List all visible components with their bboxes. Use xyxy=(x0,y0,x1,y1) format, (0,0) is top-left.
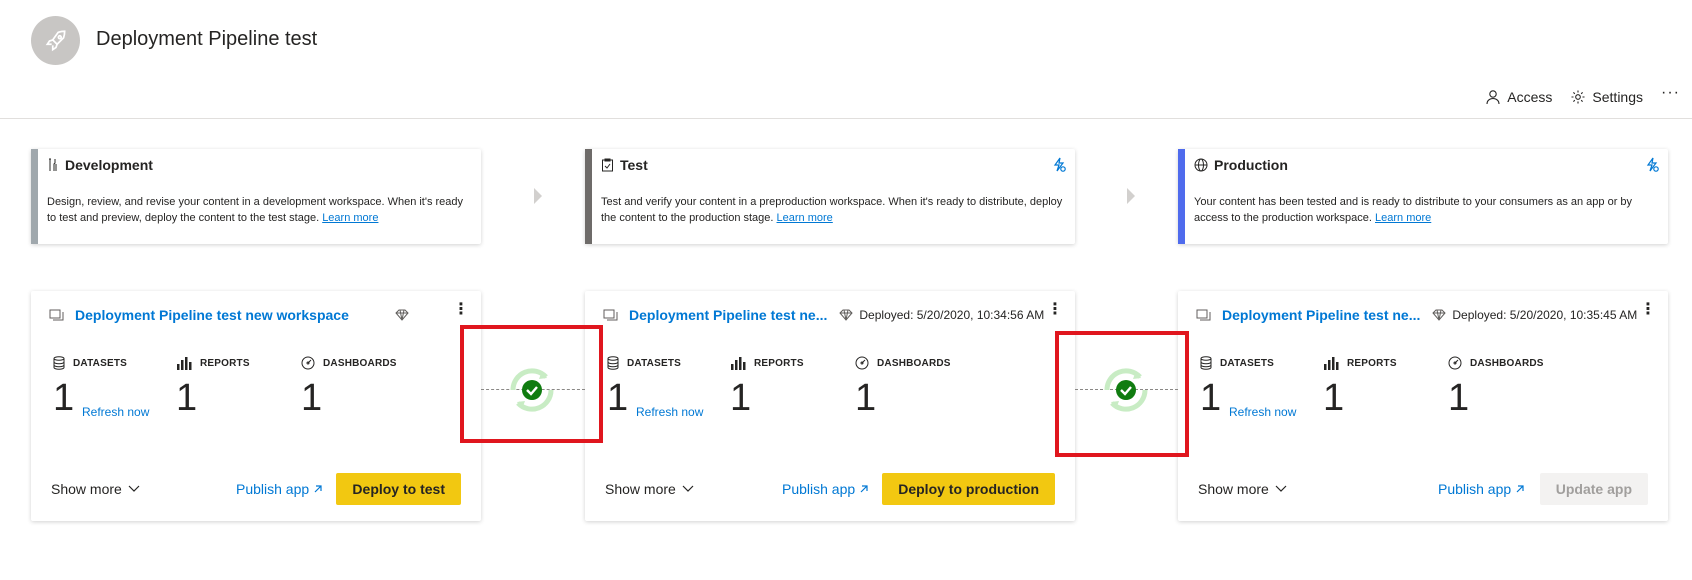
learn-more-link[interactable]: Learn more xyxy=(777,212,833,224)
publish-app-link[interactable]: Publish app xyxy=(236,481,323,497)
reports-count: 1 xyxy=(176,377,198,419)
workspace-icon xyxy=(1196,309,1211,321)
highlight-box xyxy=(460,325,603,443)
rocket-icon xyxy=(31,16,80,65)
database-icon xyxy=(1200,356,1212,370)
dashboards-label: DASHBOARDS xyxy=(323,357,397,369)
page-title: Deployment Pipeline test xyxy=(96,28,318,50)
refresh-now-link[interactable]: Refresh now xyxy=(636,405,703,419)
reports-label: REPORTS xyxy=(200,357,250,369)
dashboards-count: 1 xyxy=(1448,377,1470,419)
stage-title: Production xyxy=(1214,157,1288,173)
more-options-icon[interactable]: ⋮ xyxy=(1640,302,1656,318)
settings-button[interactable]: Settings xyxy=(1570,89,1643,105)
stage-card-test: Test Test and verify your content in a p… xyxy=(585,149,1075,244)
stage-card-production: Production Your content has been tested … xyxy=(1178,149,1668,244)
learn-more-link[interactable]: Learn more xyxy=(1375,212,1431,224)
stage-description: Your content has been tested and is read… xyxy=(1194,196,1633,224)
external-arrow-icon xyxy=(860,485,868,493)
settings-label: Settings xyxy=(1592,89,1644,105)
gauge-icon xyxy=(855,356,869,370)
external-arrow-icon xyxy=(1516,485,1524,493)
gauge-icon xyxy=(1448,356,1462,370)
bar-chart-icon xyxy=(1324,357,1339,370)
tools-icon xyxy=(49,158,57,171)
learn-more-link[interactable]: Learn more xyxy=(322,212,378,224)
workspace-icon xyxy=(49,309,64,321)
update-app-button: Update app xyxy=(1539,473,1648,505)
reports-count: 1 xyxy=(1323,377,1345,419)
workspace-link[interactable]: Deployment Pipeline test new workspace xyxy=(75,307,349,323)
stage-arrow-icon xyxy=(534,188,542,204)
premium-diamond-icon xyxy=(839,309,854,321)
clipboard-icon xyxy=(602,158,613,172)
database-icon xyxy=(53,356,65,370)
person-icon xyxy=(1486,90,1500,105)
workspace-link[interactable]: Deployment Pipeline test ne... xyxy=(629,307,827,323)
bar-chart-icon xyxy=(731,357,746,370)
premium-diamond-icon xyxy=(395,309,409,321)
deploy-to-production-button[interactable]: Deploy to production xyxy=(882,473,1055,505)
workspace-card-development: Deployment Pipeline test new workspace ⋮… xyxy=(31,291,481,521)
gauge-icon xyxy=(301,356,315,370)
refresh-now-link[interactable]: Refresh now xyxy=(82,405,149,419)
highlight-box xyxy=(1055,331,1189,457)
deploy-to-test-button[interactable]: Deploy to test xyxy=(336,473,461,505)
publish-app-link[interactable]: Publish app xyxy=(782,481,869,497)
dashboards-label: DASHBOARDS xyxy=(1470,357,1544,369)
chevron-down-icon xyxy=(128,485,140,492)
workspace-card-test: Deployment Pipeline test ne... Deployed:… xyxy=(585,291,1075,521)
bar-chart-icon xyxy=(177,357,192,370)
deploy-rules-icon[interactable] xyxy=(1051,157,1067,178)
datasets-label: DATASETS xyxy=(627,357,682,369)
chevron-down-icon xyxy=(1275,485,1287,492)
workspace-header: Deployment Pipeline test Access Settings… xyxy=(0,0,1692,119)
chevron-down-icon xyxy=(682,485,694,492)
refresh-now-link[interactable]: Refresh now xyxy=(1229,405,1296,419)
dashboards-count: 1 xyxy=(301,377,323,419)
deployed-timestamp: Deployed: 5/20/2020, 10:35:45 AM xyxy=(1452,308,1638,322)
access-label: Access xyxy=(1507,89,1553,105)
more-options-icon[interactable]: ⋮ xyxy=(1047,302,1063,318)
publish-app-link[interactable]: Publish app xyxy=(1438,481,1525,497)
show-more-button[interactable]: Show more xyxy=(1198,481,1287,497)
datasets-label: DATASETS xyxy=(1220,357,1275,369)
access-button[interactable]: Access xyxy=(1485,89,1552,105)
reports-label: REPORTS xyxy=(1347,357,1397,369)
show-more-button[interactable]: Show more xyxy=(605,481,694,497)
gear-icon xyxy=(1571,90,1585,104)
workspace-card-production: Deployment Pipeline test ne... Deployed:… xyxy=(1178,291,1668,521)
datasets-label: DATASETS xyxy=(73,357,128,369)
stage-description: Design, review, and revise your content … xyxy=(47,196,464,224)
more-options-icon[interactable]: ⋮ xyxy=(453,302,469,318)
reports-label: REPORTS xyxy=(754,357,804,369)
dashboards-label: DASHBOARDS xyxy=(877,357,951,369)
dashboards-count: 1 xyxy=(855,377,877,419)
stage-arrow-icon xyxy=(1127,188,1135,204)
deployed-timestamp: Deployed: 5/20/2020, 10:34:56 AM xyxy=(859,308,1045,322)
reports-count: 1 xyxy=(730,377,752,419)
premium-diamond-icon xyxy=(1432,309,1447,321)
more-options-icon[interactable]: ··· xyxy=(1661,84,1680,102)
stage-description: Test and verify your content in a prepro… xyxy=(601,196,1063,224)
workspace-icon xyxy=(603,309,618,321)
external-arrow-icon xyxy=(314,485,322,493)
stage-title: Test xyxy=(620,157,648,173)
database-icon xyxy=(607,356,619,370)
globe-icon xyxy=(1194,158,1208,172)
show-more-button[interactable]: Show more xyxy=(51,481,140,497)
stage-title: Development xyxy=(65,157,153,173)
workspace-link[interactable]: Deployment Pipeline test ne... xyxy=(1222,307,1420,323)
stage-card-development: Development Design, review, and revise y… xyxy=(31,149,481,244)
deploy-rules-icon[interactable] xyxy=(1644,157,1660,178)
